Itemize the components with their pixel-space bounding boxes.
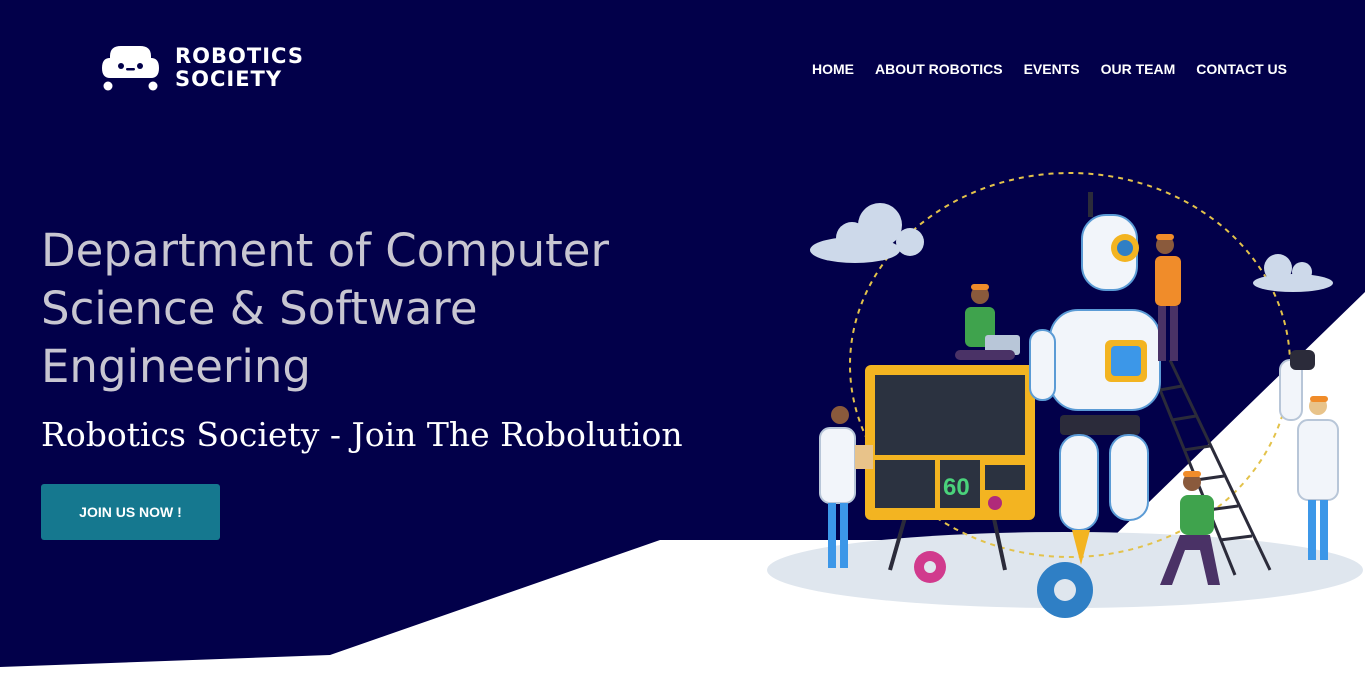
brand-name: ROBOTICS SOCIETY [175, 45, 304, 91]
join-us-button[interactable]: JOIN US NOW ! [41, 484, 220, 540]
nav-events[interactable]: EVENTS [1024, 61, 1080, 77]
robot-figure [1029, 192, 1161, 565]
robotics-team-illustration: 60 [767, 172, 1363, 618]
cloud-right [1253, 254, 1333, 292]
scientist-right [1279, 350, 1339, 560]
brand-name-line1: ROBOTICS [175, 44, 304, 68]
monitor-readout: 60 [943, 474, 970, 501]
nav-about-robotics[interactable]: ABOUT ROBOTICS [875, 61, 1003, 77]
gear-pink-icon [914, 551, 946, 583]
nav-contact-us[interactable]: CONTACT US [1196, 61, 1287, 77]
gear-blue-icon [1037, 562, 1093, 618]
nav-our-team[interactable]: OUR TEAM [1101, 61, 1176, 77]
hero-title: Department of Computer Science & Softwar… [41, 224, 609, 393]
cloud-left [810, 203, 924, 263]
brand-logo[interactable]: ROBOTICS SOCIETY [99, 44, 304, 92]
main-nav: HOME ABOUT ROBOTICS EVENTS OUR TEAM CONT… [812, 61, 1287, 77]
engineer-on-ladder [1155, 234, 1181, 361]
engineer-sitting [955, 284, 1020, 360]
hero-subtitle: Robotics Society - Join The Robolution [41, 415, 683, 454]
site-header: ROBOTICS SOCIETY HOME ABOUT ROBOTICS EVE… [0, 0, 1365, 130]
nav-home[interactable]: HOME [812, 61, 854, 77]
brand-name-line2: SOCIETY [175, 67, 283, 91]
robot-head-icon [102, 46, 159, 91]
